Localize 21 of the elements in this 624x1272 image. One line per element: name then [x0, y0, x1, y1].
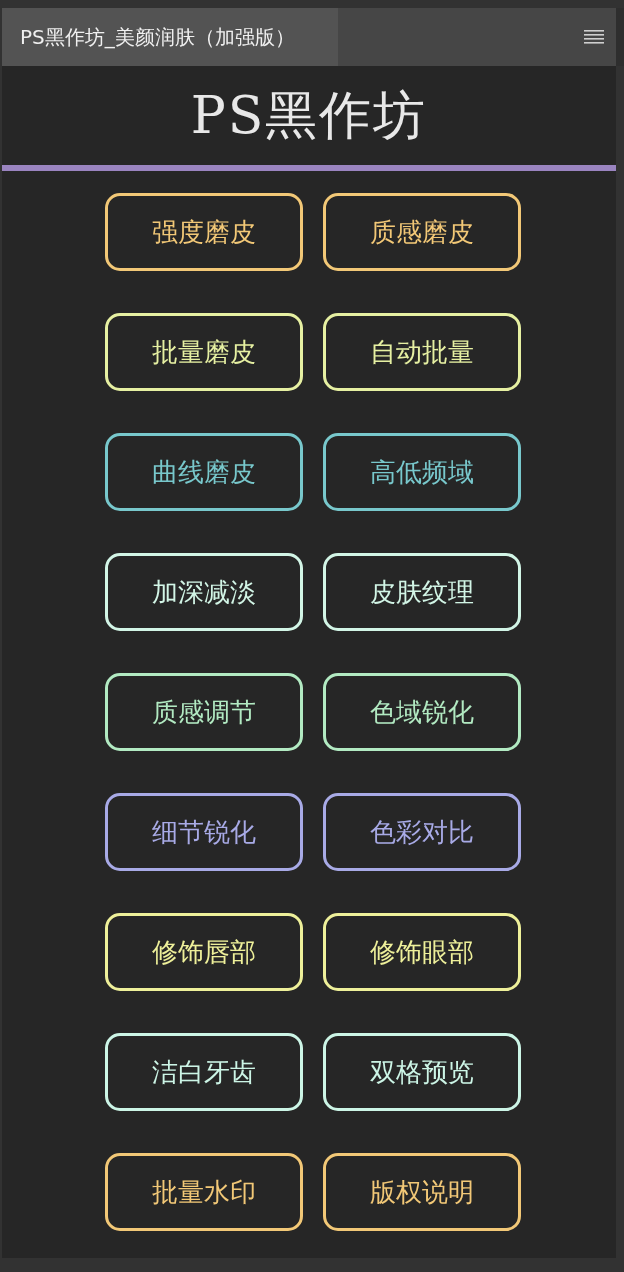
- action-button[interactable]: 版权说明: [323, 1153, 521, 1231]
- panel-tab[interactable]: PS黑作坊_美颜润肤（加强版）: [2, 8, 338, 66]
- action-button[interactable]: 皮肤纹理: [323, 553, 521, 631]
- action-button[interactable]: 自动批量: [323, 313, 521, 391]
- action-button[interactable]: 色域锐化: [323, 673, 521, 751]
- action-button[interactable]: 强度磨皮: [105, 193, 303, 271]
- action-button[interactable]: 加深减淡: [105, 553, 303, 631]
- action-button[interactable]: 色彩对比: [323, 793, 521, 871]
- action-button[interactable]: 修饰眼部: [323, 913, 521, 991]
- action-button[interactable]: 质感调节: [105, 673, 303, 751]
- action-button[interactable]: 批量磨皮: [105, 313, 303, 391]
- menu-icon[interactable]: [584, 30, 604, 44]
- logo-text: PS黑作坊: [190, 83, 428, 147]
- action-button[interactable]: 曲线磨皮: [105, 433, 303, 511]
- action-button[interactable]: 洁白牙齿: [105, 1033, 303, 1111]
- action-button[interactable]: 修饰唇部: [105, 913, 303, 991]
- action-button[interactable]: 高低频域: [323, 433, 521, 511]
- action-button[interactable]: 批量水印: [105, 1153, 303, 1231]
- action-button[interactable]: 细节锐化: [105, 793, 303, 871]
- action-button[interactable]: 质感磨皮: [323, 193, 521, 271]
- action-button[interactable]: 双格预览: [323, 1033, 521, 1111]
